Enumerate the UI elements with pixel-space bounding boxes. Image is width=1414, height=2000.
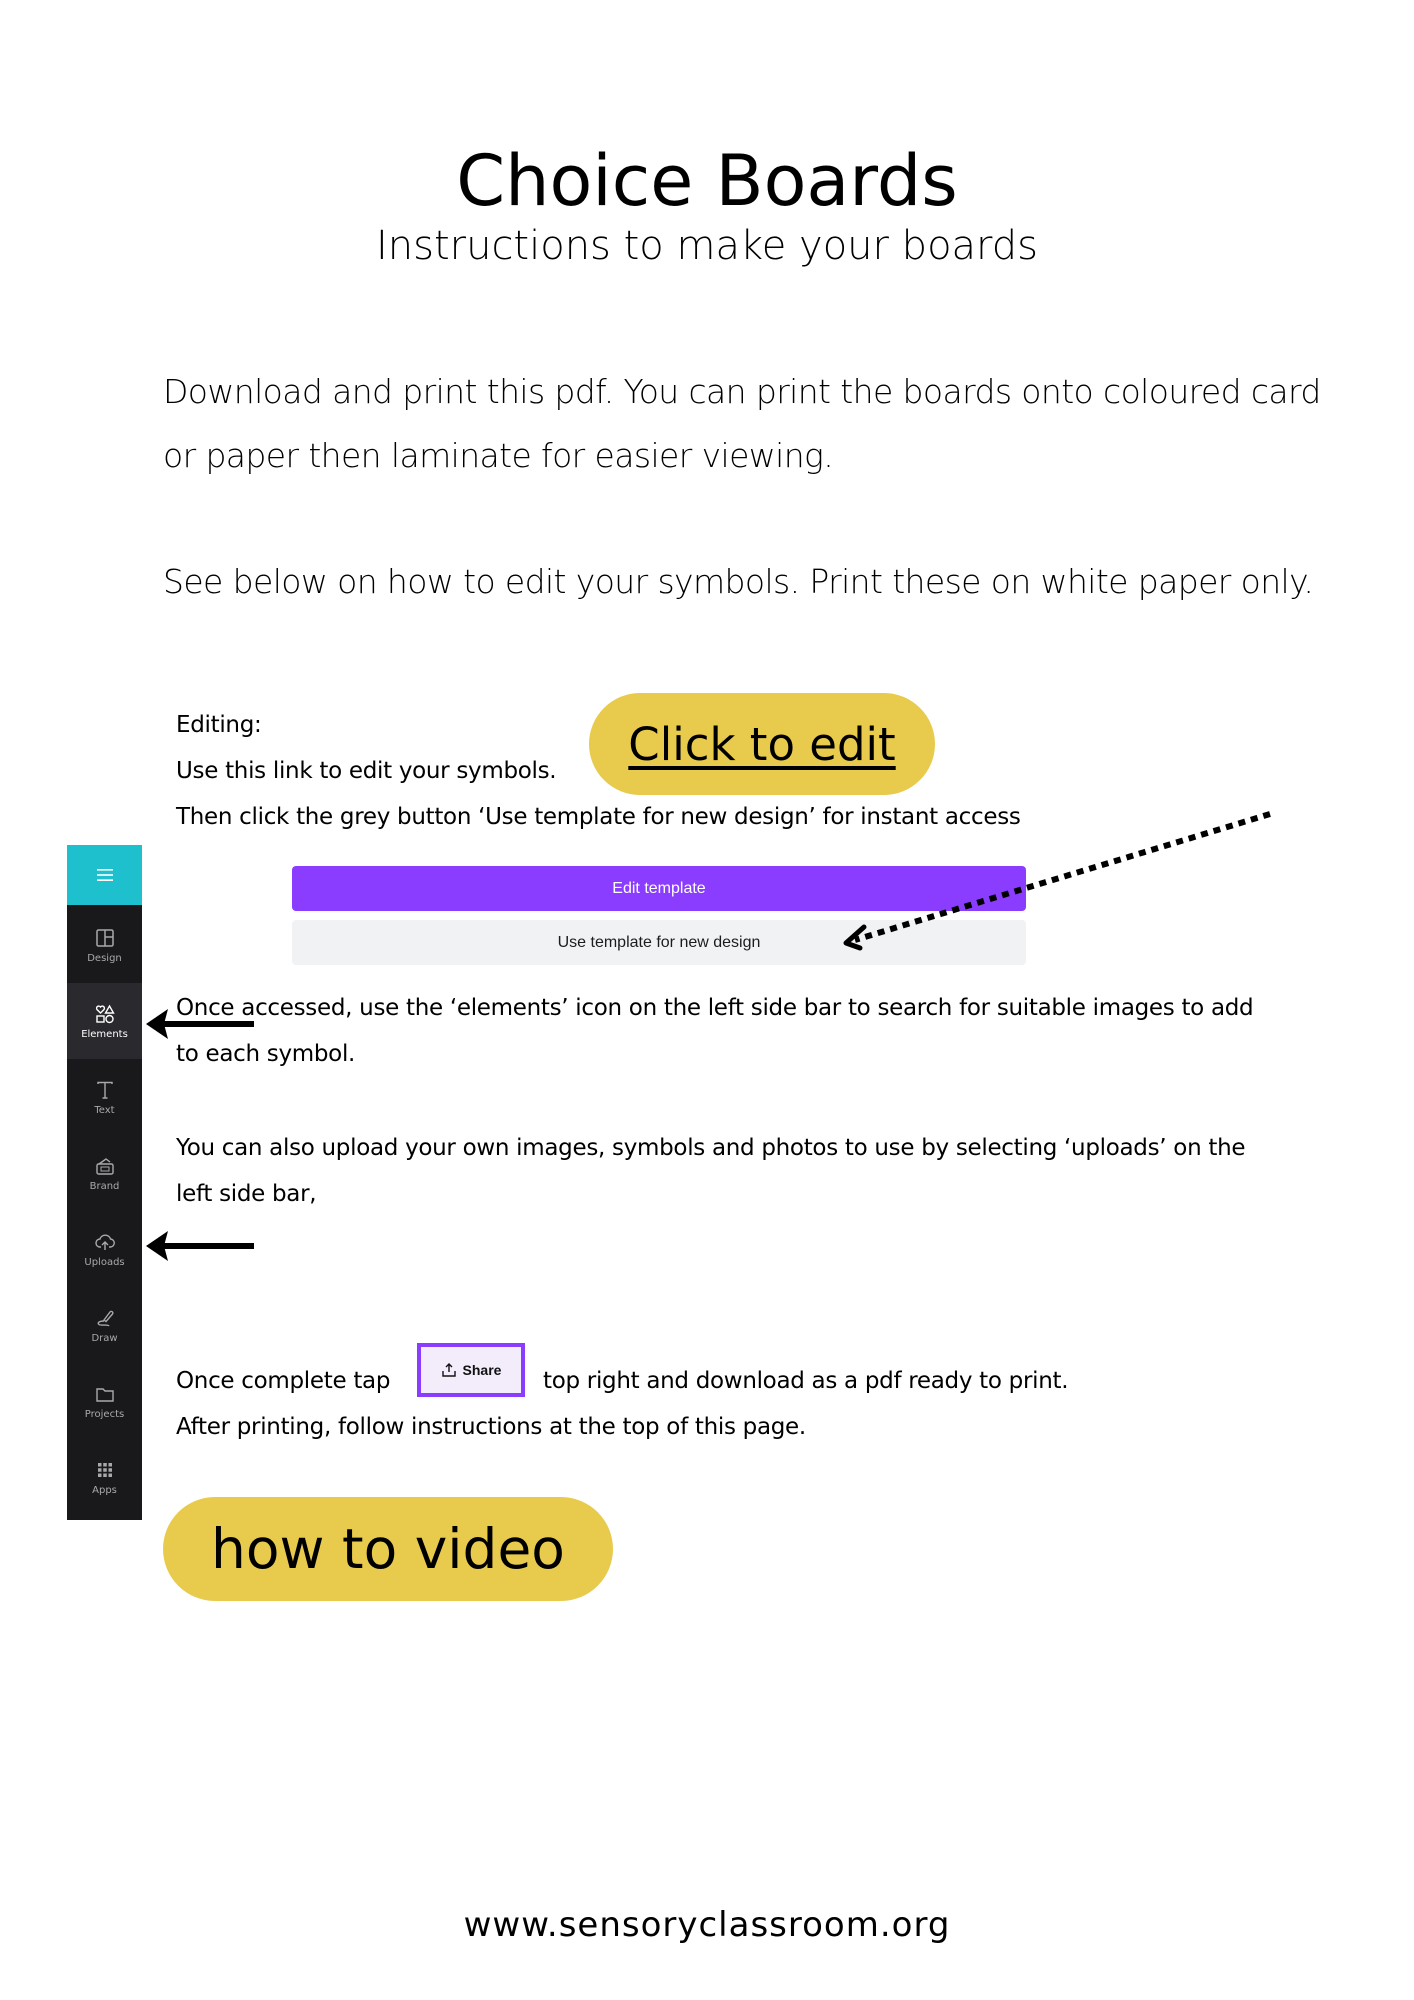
intro-paragraph: Download and print this pdf. You can pri… — [163, 360, 1321, 488]
share-label: Share — [462, 1362, 502, 1378]
sidebar-menu-button[interactable] — [67, 845, 142, 905]
brand-icon — [95, 1157, 114, 1175]
uploads-step-line-2: left side bar, — [176, 1181, 317, 1207]
sidebar-item-label: Design — [87, 952, 122, 964]
sidebar-item-design[interactable]: Design — [67, 907, 142, 983]
intro-line-1: Download and print this pdf. You can pri… — [163, 372, 1321, 411]
sidebar-item-label: Text — [94, 1104, 115, 1116]
complete-step-before: Once complete tap — [176, 1368, 391, 1394]
intro-line-3: See below on how to edit your symbols. P… — [163, 562, 1314, 601]
arrow-to-uploads — [146, 1231, 254, 1261]
editing-link-text: Use this link to edit your symbols. — [176, 758, 557, 784]
complete-step-after: top right and download as a pdf ready to… — [543, 1368, 1069, 1394]
sidebar-item-label: Uploads — [84, 1256, 125, 1268]
sidebar-item-elements[interactable]: Elements — [67, 983, 142, 1059]
sidebar-item-label: Projects — [84, 1408, 125, 1420]
pen-icon — [97, 1310, 114, 1327]
page-title: Choice Boards — [456, 140, 958, 222]
folder-icon — [95, 1387, 114, 1402]
editing-heading: Editing: — [176, 712, 262, 738]
after-printing-text: After printing, follow instructions at t… — [176, 1414, 806, 1440]
sidebar-item-projects[interactable]: Projects — [67, 1363, 142, 1439]
canva-sidebar: Design Elements Text Brand Uploads Draw … — [67, 845, 142, 1520]
text-icon — [96, 1081, 113, 1099]
share-upload-icon — [441, 1363, 456, 1377]
shapes-icon — [95, 1004, 115, 1023]
elements-step-line-2: to each symbol. — [176, 1041, 356, 1067]
edit-template-button[interactable]: Edit template — [292, 866, 1026, 911]
share-button-inner: Share — [421, 1347, 521, 1393]
uploads-step-line-1: You can also upload your own images, sym… — [176, 1135, 1246, 1161]
elements-step-line-1: Once accessed, use the ‘elements’ icon o… — [176, 995, 1254, 1021]
sidebar-item-label: Brand — [89, 1180, 120, 1192]
sidebar-item-label: Apps — [92, 1484, 117, 1496]
hamburger-icon — [96, 869, 113, 881]
grid-icon — [97, 1462, 112, 1477]
share-button[interactable]: Share — [417, 1343, 525, 1397]
sidebar-item-text[interactable]: Text — [67, 1059, 142, 1135]
use-template-button[interactable]: Use template for new design — [292, 920, 1026, 965]
sidebar-item-label: Elements — [81, 1028, 128, 1040]
footer-url[interactable]: www.sensoryclassroom.org — [0, 1905, 1414, 1945]
cloud-upload-icon — [94, 1233, 115, 1250]
how-to-video-button[interactable]: how to video — [163, 1497, 613, 1601]
editing-instruction: Then click the grey button ‘Use template… — [176, 804, 1021, 830]
click-to-edit-button[interactable]: Click to edit — [589, 693, 935, 795]
sidebar-item-uploads[interactable]: Uploads — [67, 1211, 142, 1287]
page-subtitle: Instructions to make your boards — [375, 223, 1039, 269]
sidebar-item-draw[interactable]: Draw — [67, 1287, 142, 1363]
intro-line-2: or paper then laminate for easier viewin… — [163, 436, 834, 475]
sidebar-item-apps[interactable]: Apps — [67, 1439, 142, 1515]
layout-icon — [95, 928, 114, 947]
sidebar-item-label: Draw — [91, 1332, 118, 1344]
sidebar-item-brand[interactable]: Brand — [67, 1135, 142, 1211]
